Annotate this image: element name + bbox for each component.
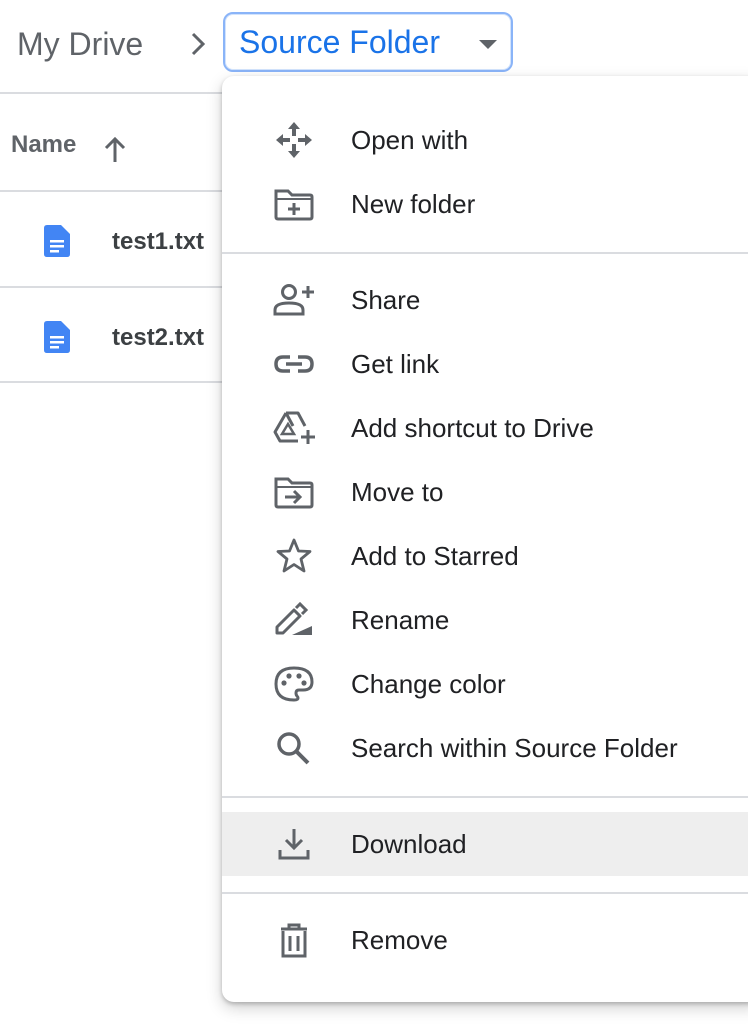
- menu-item-remove[interactable]: Remove: [222, 908, 748, 972]
- share-icon: [273, 284, 314, 316]
- menu-item-label: Move to: [351, 477, 444, 507]
- menu-item-add-to-starred[interactable]: Add to Starred: [222, 524, 748, 588]
- menu-item-label: Download: [351, 829, 467, 859]
- menu-item-label: Change color: [351, 669, 506, 699]
- caret-down-icon: [479, 40, 497, 49]
- chevron-right-icon: [191, 32, 206, 56]
- menu-item-get-link[interactable]: Get link: [222, 332, 748, 396]
- menu-item-new-folder[interactable]: New folder: [222, 172, 748, 236]
- link-icon: [274, 355, 314, 373]
- breadcrumb-current-folder-label: Source Folder: [239, 23, 440, 60]
- column-header-name[interactable]: Name: [11, 131, 76, 159]
- menu-item-label: Add to Starred: [351, 541, 519, 571]
- menu-item-label: Rename: [351, 605, 450, 635]
- search-icon: [277, 732, 310, 765]
- menu-item-label: Search within Source Folder: [351, 733, 678, 763]
- menu-item-label: Share: [351, 285, 421, 315]
- move-to-icon: [274, 477, 314, 509]
- doc-icon: [44, 321, 70, 353]
- menu-divider: [222, 892, 748, 894]
- menu-item-add-shortcut[interactable]: Add shortcut to Drive: [222, 396, 748, 460]
- trash-icon: [281, 923, 307, 958]
- breadcrumb-my-drive[interactable]: My Drive: [17, 22, 143, 66]
- open-with-icon: [276, 122, 312, 158]
- menu-item-download[interactable]: Download: [222, 812, 748, 876]
- menu-item-label: Remove: [351, 925, 448, 955]
- menu-item-rename[interactable]: Rename: [222, 588, 748, 652]
- palette-icon: [274, 666, 314, 702]
- file-name: test1.txt: [112, 228, 205, 255]
- download-icon: [278, 829, 310, 860]
- star-icon: [276, 538, 312, 573]
- sort-ascending-arrow-icon[interactable]: [101, 134, 129, 166]
- menu-item-open-with[interactable]: Open with: [222, 108, 748, 172]
- menu-item-share[interactable]: Share: [222, 268, 748, 332]
- menu-divider: [222, 796, 748, 798]
- menu-item-label: Get link: [351, 349, 440, 379]
- rename-icon: [275, 602, 312, 635]
- menu-item-label: Open with: [351, 125, 469, 155]
- menu-divider: [222, 252, 748, 254]
- menu-item-label: Add shortcut to Drive: [351, 413, 594, 443]
- new-folder-icon: [274, 189, 314, 221]
- menu-item-label: New folder: [351, 189, 476, 219]
- context-menu: Open with New folder Share Get link Add …: [222, 76, 748, 1002]
- breadcrumb-current-folder-button[interactable]: Source Folder: [223, 12, 513, 72]
- menu-item-search-within[interactable]: Search within Source Folder: [222, 716, 748, 780]
- add-shortcut-icon: [273, 411, 315, 444]
- menu-item-change-color[interactable]: Change color: [222, 652, 748, 716]
- file-name: test2.txt: [112, 324, 205, 351]
- menu-item-move-to[interactable]: Move to: [222, 460, 748, 524]
- doc-icon: [44, 225, 70, 257]
